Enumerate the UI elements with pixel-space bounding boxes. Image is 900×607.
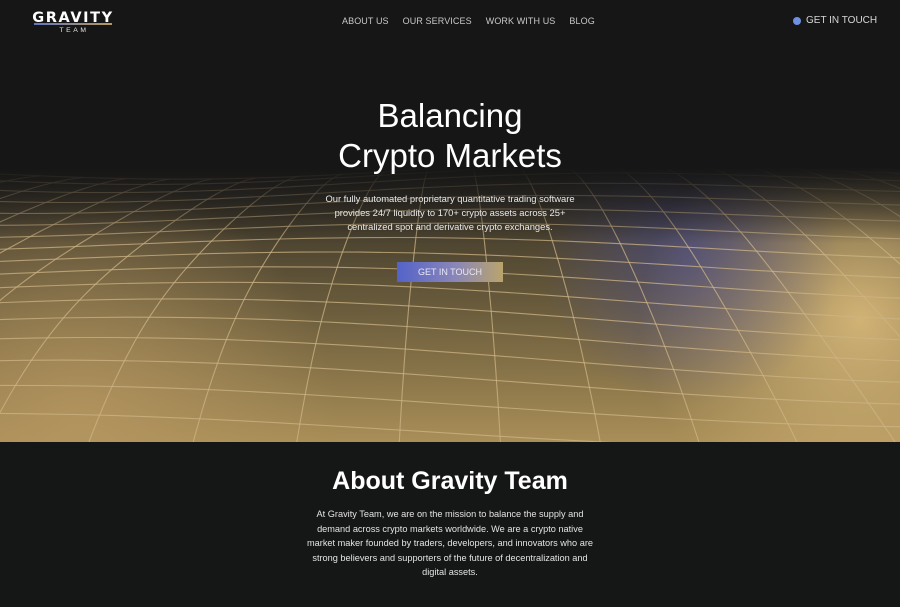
about-title: About Gravity Team [332,467,568,495]
nav-cta-label: GET IN TOUCH [806,15,878,26]
nav-links: ABOUT US OUR SERVICES WORK WITH US BLOG [342,16,595,27]
logo-underline [34,23,112,25]
nav-get-in-touch-link[interactable]: GET IN TOUCH [793,15,877,26]
hero-subtitle: Our fully automated proprietary quantita… [325,193,575,233]
nav-link-about-us[interactable]: ABOUT US [342,16,389,27]
hero-title-line-2: Crypto Markets [338,137,562,174]
top-navigation: GRAVITY TEAM ABOUT US OUR SERVICES WORK … [0,0,900,44]
hero-title-line-1: Balancing [377,97,523,134]
nav-link-our-services[interactable]: OUR SERVICES [403,16,472,27]
gravity-team-logo[interactable]: GRAVITY TEAM [30,11,116,35]
nav-link-blog[interactable]: BLOG [569,16,594,27]
about-description: At Gravity Team, we are on the mission t… [307,509,593,578]
nav-link-work-with-us[interactable]: WORK WITH US [486,16,556,27]
hero-title: Balancing Crypto Markets [250,96,650,176]
status-dot-icon [793,16,801,25]
hero-get-in-touch-button[interactable]: GET IN TOUCH [397,262,503,282]
logo-subtitle: TEAM [59,27,89,34]
hero-section: GRAVITY TEAM ABOUT US OUR SERVICES WORK … [0,0,900,442]
